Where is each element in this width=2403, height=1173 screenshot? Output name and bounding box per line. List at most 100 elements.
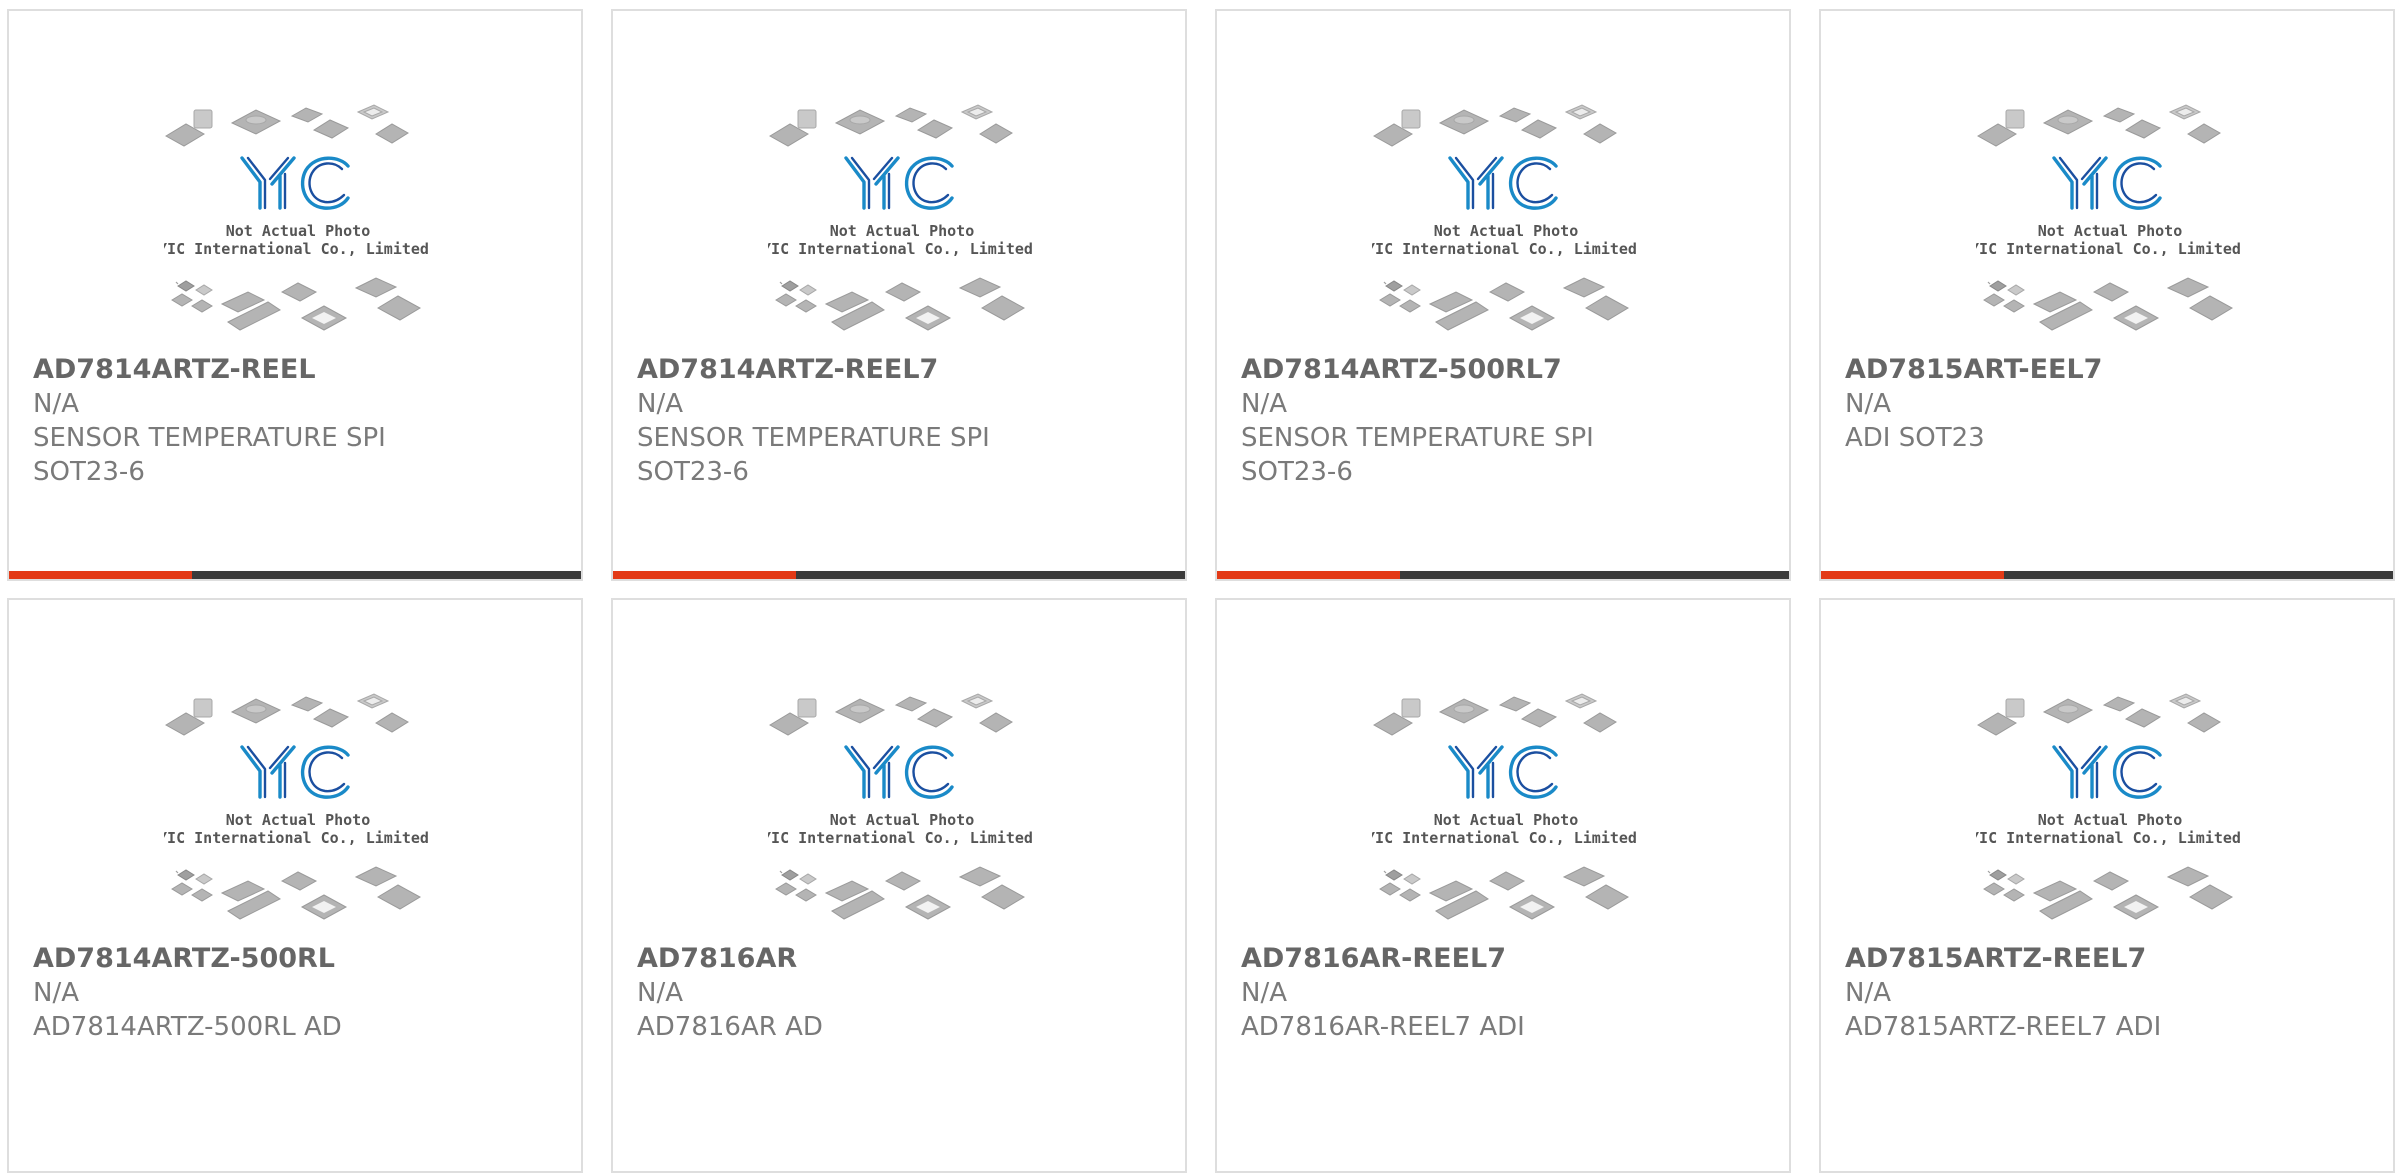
component-placeholder-image: Not Actual Photo YIC International Co., … — [1976, 693, 2244, 920]
product-thumbnail[interactable]: Not Actual Photo YIC International Co., … — [768, 96, 1036, 348]
chip-cluster-top-icon — [1373, 693, 1617, 736]
manufacturer-text: N/A — [637, 978, 683, 1008]
chip-cluster-top-icon — [165, 693, 409, 736]
card-bottom-bar — [9, 571, 581, 579]
card-accent — [1821, 571, 2004, 579]
thumb-caption-line1: Not Actual Photo — [226, 811, 371, 829]
part-number-link[interactable]: AD7815ART-EEL7 — [1845, 353, 2373, 387]
yic-logo-icon — [844, 156, 954, 210]
card-accent — [613, 571, 796, 579]
yic-logo-icon — [1448, 745, 1558, 799]
yic-logo-icon — [2052, 156, 2162, 210]
manufacturer-text: N/A — [1845, 978, 1891, 1008]
part-number-link[interactable]: AD7814ARTZ-REEL7 — [637, 353, 1165, 387]
product-info: AD7814ARTZ-REEL7 N/A SENSOR TEMPERATURE … — [637, 353, 1165, 489]
product-info: AD7814ARTZ-500RL N/A AD7814ARTZ-500RL AD — [33, 942, 561, 1044]
chip-cluster-top-icon — [165, 104, 409, 147]
description-text: AD7816AR-REEL7 ADI — [1241, 1012, 1525, 1042]
thumb-caption-line2: YIC International Co., Limited. — [1372, 829, 1640, 847]
package-text: SOT23-6 — [637, 457, 749, 487]
product-thumbnail[interactable]: Not Actual Photo YIC International Co., … — [768, 685, 1036, 937]
yic-logo-icon — [1448, 156, 1558, 210]
product-grid: Not Actual Photo YIC International Co., … — [0, 0, 2403, 1173]
card-bottom-bar — [613, 571, 1185, 579]
product-thumbnail[interactable]: Not Actual Photo YIC International Co., … — [1372, 96, 1640, 348]
thumb-caption-line2: YIC International Co., Limited. — [164, 240, 432, 258]
card-accent — [9, 571, 192, 579]
description-text: AD7814ARTZ-500RL AD — [33, 1012, 342, 1042]
product-card[interactable]: Not Actual Photo YIC International Co., … — [611, 598, 1187, 1173]
product-card[interactable]: Not Actual Photo YIC International Co., … — [1819, 9, 2395, 581]
card-bottom-bar — [1217, 571, 1789, 579]
chip-cluster-bottom-icon — [171, 866, 422, 920]
thumb-caption-line1: Not Actual Photo — [830, 222, 975, 240]
part-number-link[interactable]: AD7814ARTZ-REEL — [33, 353, 561, 387]
product-thumbnail[interactable]: Not Actual Photo YIC International Co., … — [1976, 685, 2244, 937]
thumb-caption-line1: Not Actual Photo — [1434, 222, 1579, 240]
manufacturer-text: N/A — [1241, 978, 1287, 1008]
manufacturer-text: N/A — [1241, 389, 1287, 419]
product-thumbnail[interactable]: Not Actual Photo YIC International Co., … — [164, 685, 432, 937]
manufacturer-text: N/A — [1845, 389, 1891, 419]
part-number-link[interactable]: AD7814ARTZ-500RL7 — [1241, 353, 1769, 387]
chip-cluster-top-icon — [769, 104, 1013, 147]
component-placeholder-image: Not Actual Photo YIC International Co., … — [768, 104, 1036, 331]
manufacturer-text: N/A — [637, 389, 683, 419]
manufacturer-text: N/A — [33, 389, 79, 419]
product-info: AD7815ARTZ-REEL7 N/A AD7815ARTZ-REEL7 AD… — [1845, 942, 2373, 1044]
product-thumbnail[interactable]: Not Actual Photo YIC International Co., … — [164, 96, 432, 348]
thumb-caption-line2: YIC International Co., Limited. — [768, 240, 1036, 258]
product-card[interactable]: Not Actual Photo YIC International Co., … — [7, 9, 583, 581]
yic-logo-icon — [240, 156, 350, 210]
product-thumbnail[interactable]: Not Actual Photo YIC International Co., … — [1976, 96, 2244, 348]
component-placeholder-image: Not Actual Photo YIC International Co., … — [1372, 104, 1640, 331]
description-text: AD7816AR AD — [637, 1012, 823, 1042]
thumb-caption-line1: Not Actual Photo — [830, 811, 975, 829]
part-number-link[interactable]: AD7816AR — [637, 942, 1165, 976]
thumb-caption-line2: YIC International Co., Limited. — [768, 829, 1036, 847]
chip-cluster-top-icon — [1977, 693, 2221, 736]
thumb-caption-line2: YIC International Co., Limited. — [1372, 240, 1640, 258]
description-text: SENSOR TEMPERATURE SPI — [33, 423, 386, 453]
part-number-link[interactable]: AD7814ARTZ-500RL — [33, 942, 561, 976]
chip-cluster-bottom-icon — [1379, 277, 1630, 331]
product-card[interactable]: Not Actual Photo YIC International Co., … — [1215, 9, 1791, 581]
thumb-caption-line2: YIC International Co., Limited. — [164, 829, 432, 847]
chip-cluster-bottom-icon — [775, 277, 1026, 331]
thumb-caption-line2: YIC International Co., Limited. — [1976, 240, 2244, 258]
yic-logo-icon — [2052, 745, 2162, 799]
description-text: ADI SOT23 — [1845, 423, 1985, 453]
chip-cluster-bottom-icon — [171, 277, 422, 331]
part-number-link[interactable]: AD7816AR-REEL7 — [1241, 942, 1769, 976]
product-thumbnail[interactable]: Not Actual Photo YIC International Co., … — [1372, 685, 1640, 937]
card-accent — [1217, 571, 1400, 579]
yic-logo-icon — [844, 745, 954, 799]
chip-cluster-bottom-icon — [1983, 866, 2234, 920]
product-info: AD7816AR N/A AD7816AR AD — [637, 942, 1165, 1044]
chip-cluster-bottom-icon — [775, 866, 1026, 920]
product-card[interactable]: Not Actual Photo YIC International Co., … — [1819, 598, 2395, 1173]
chip-cluster-top-icon — [1373, 104, 1617, 147]
part-number-link[interactable]: AD7815ARTZ-REEL7 — [1845, 942, 2373, 976]
component-placeholder-image: Not Actual Photo YIC International Co., … — [1372, 693, 1640, 920]
thumb-caption-line1: Not Actual Photo — [226, 222, 371, 240]
product-info: AD7814ARTZ-REEL N/A SENSOR TEMPERATURE S… — [33, 353, 561, 489]
description-text: SENSOR TEMPERATURE SPI — [1241, 423, 1594, 453]
manufacturer-text: N/A — [33, 978, 79, 1008]
card-bottom-bar — [1821, 571, 2393, 579]
chip-cluster-bottom-icon — [1379, 866, 1630, 920]
thumb-caption-line2: YIC International Co., Limited. — [1976, 829, 2244, 847]
package-text: SOT23-6 — [33, 457, 145, 487]
product-card[interactable]: Not Actual Photo YIC International Co., … — [1215, 598, 1791, 1173]
chip-cluster-bottom-icon — [1983, 277, 2234, 331]
product-info: AD7816AR-REEL7 N/A AD7816AR-REEL7 ADI — [1241, 942, 1769, 1044]
description-text: SENSOR TEMPERATURE SPI — [637, 423, 990, 453]
product-info: AD7815ART-EEL7 N/A ADI SOT23 — [1845, 353, 2373, 455]
chip-cluster-top-icon — [769, 693, 1013, 736]
product-info: AD7814ARTZ-500RL7 N/A SENSOR TEMPERATURE… — [1241, 353, 1769, 489]
product-card[interactable]: Not Actual Photo YIC International Co., … — [7, 598, 583, 1173]
yic-logo-icon — [240, 745, 350, 799]
product-card[interactable]: Not Actual Photo YIC International Co., … — [611, 9, 1187, 581]
package-text: SOT23-6 — [1241, 457, 1353, 487]
thumb-caption-line1: Not Actual Photo — [1434, 811, 1579, 829]
